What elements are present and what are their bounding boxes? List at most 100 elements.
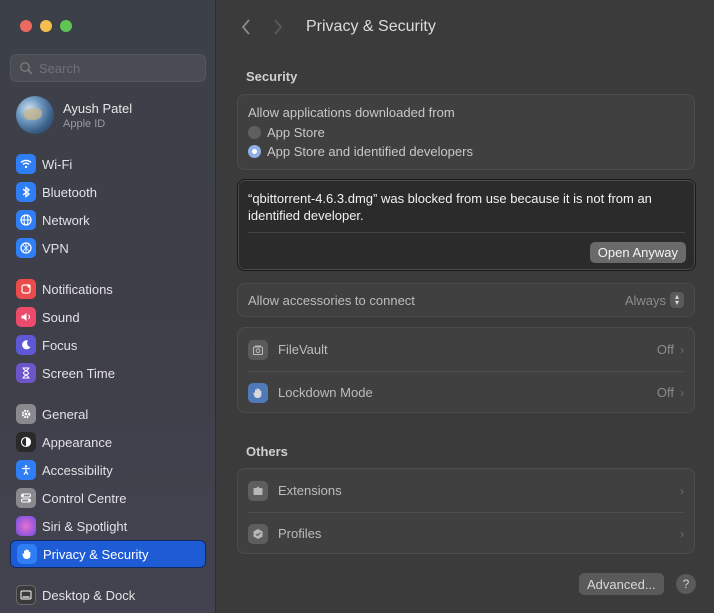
allow-apps-label: Allow applications downloaded from <box>248 105 455 120</box>
minimize-window-button[interactable] <box>40 20 52 32</box>
sidebar-item-label: Notifications <box>42 281 113 297</box>
radio-button[interactable] <box>248 126 261 139</box>
profiles-label: Profiles <box>278 526 322 541</box>
blocked-app-notice: “qbittorrent-4.6.3.dmg” was blocked from… <box>237 179 696 271</box>
speaker-icon <box>16 307 36 327</box>
wifi-icon <box>16 154 36 174</box>
filevault-lockdown-card: FileVault Off › Lockdown Mode Off › <box>237 327 695 413</box>
lockdown-value: Off <box>656 385 674 400</box>
moon-icon <box>16 335 36 355</box>
profile-badge-icon <box>248 523 268 544</box>
sidebar-item-notifications[interactable]: Notifications <box>10 275 206 303</box>
back-button[interactable] <box>236 17 256 37</box>
help-button[interactable]: ? <box>676 574 696 594</box>
sidebar-item-sound[interactable]: Sound <box>10 303 206 331</box>
up-down-chevron-icon: ▴ ▾ <box>670 292 684 308</box>
blocked-message: “qbittorrent-4.6.3.dmg” was blocked from… <box>248 191 652 223</box>
sidebar-item-control-centre[interactable]: Control Centre <box>10 484 206 512</box>
filevault-value: Off <box>656 342 674 357</box>
filevault-label: FileVault <box>278 342 328 357</box>
control-centre-icon <box>16 488 36 508</box>
sidebar-item-label: Bluetooth <box>42 184 97 200</box>
sidebar-item-label: Focus <box>42 337 78 353</box>
filevault-row[interactable]: FileVault Off › <box>238 328 694 371</box>
extensions-row[interactable]: Extensions › <box>238 469 694 512</box>
sidebar-item-label: Sound <box>42 309 80 325</box>
accessories-card: Allow accessories to connect Always ▴ ▾ <box>237 283 695 317</box>
sidebar-item-general[interactable]: General <box>10 400 206 428</box>
sidebar-group-network: Wi-Fi Bluetooth Network VPN <box>10 150 206 262</box>
sidebar-item-siri-spotlight[interactable]: Siri & Spotlight <box>10 512 206 540</box>
profiles-row[interactable]: Profiles › <box>238 512 694 555</box>
hourglass-icon <box>16 363 36 383</box>
sidebar-item-label: Privacy & Security <box>43 546 149 562</box>
sidebar-item-appearance[interactable]: Appearance <box>10 428 206 456</box>
hand-icon <box>248 382 268 403</box>
vpn-icon <box>16 238 36 258</box>
gear-icon <box>16 404 36 424</box>
allow-apps-card: Allow applications downloaded from App S… <box>237 94 695 170</box>
sidebar-item-network[interactable]: Network <box>10 206 206 234</box>
sidebar-item-privacy-security[interactable]: Privacy & Security <box>10 540 206 568</box>
sidebar: Ayush Patel Apple ID Wi-Fi Bluetooth <box>0 0 216 613</box>
sidebar-group-desktop: Desktop & Dock <box>10 581 206 609</box>
sidebar-group-notifications: Notifications Sound Focus Screen Time <box>10 275 206 387</box>
sidebar-item-accessibility[interactable]: Accessibility <box>10 456 206 484</box>
page-title: Privacy & Security <box>306 18 436 35</box>
close-window-button[interactable] <box>20 20 32 32</box>
sidebar-item-screen-time[interactable]: Screen Time <box>10 359 206 387</box>
sidebar-item-bluetooth[interactable]: Bluetooth <box>10 178 206 206</box>
accessories-popup[interactable]: Always ▴ ▾ <box>625 292 684 308</box>
sidebar-item-label: Accessibility <box>42 462 113 478</box>
sidebar-item-focus[interactable]: Focus <box>10 331 206 359</box>
hand-icon <box>17 544 37 564</box>
dock-icon <box>16 585 36 605</box>
main-pane: Privacy & Security Security Allow applic… <box>216 0 714 613</box>
toolbar: Privacy & Security <box>216 0 714 54</box>
apple-id-profile[interactable]: Ayush Patel Apple ID <box>16 96 132 134</box>
radio-button-selected[interactable] <box>248 145 261 158</box>
window-controls <box>20 20 72 32</box>
appearance-icon <box>16 432 36 452</box>
others-card: Extensions › Profiles › <box>237 468 695 554</box>
radio-app-store[interactable]: App Store <box>248 125 325 140</box>
accessories-row: Allow accessories to connect Always ▴ ▾ <box>238 284 694 316</box>
open-anyway-button[interactable]: Open Anyway <box>589 242 686 263</box>
search-input[interactable] <box>39 60 199 76</box>
sidebar-item-label: Control Centre <box>42 490 127 506</box>
security-section-title: Security <box>246 69 298 84</box>
sidebar-item-label: Appearance <box>42 434 113 450</box>
sidebar-item-vpn[interactable]: VPN <box>10 234 206 262</box>
accessories-value: Always <box>624 292 666 308</box>
chevron-right-icon: › <box>680 483 684 498</box>
filevault-icon <box>248 339 268 360</box>
radio-label: App Store <box>267 125 325 140</box>
puzzle-icon <box>248 480 268 501</box>
lockdown-row[interactable]: Lockdown Mode Off › <box>238 371 694 414</box>
search-icon <box>20 62 33 75</box>
forward-button[interactable] <box>268 17 288 37</box>
sidebar-item-desktop-dock[interactable]: Desktop & Dock <box>10 581 206 609</box>
sidebar-item-label: Siri & Spotlight <box>42 518 128 534</box>
sidebar-item-label: VPN <box>42 240 69 256</box>
chevron-left-icon <box>241 19 250 35</box>
sidebar-search[interactable] <box>10 54 206 82</box>
extensions-label: Extensions <box>278 483 342 498</box>
settings-window: Ayush Patel Apple ID Wi-Fi Bluetooth <box>0 0 714 613</box>
sidebar-item-wifi[interactable]: Wi-Fi <box>10 150 206 178</box>
maximize-window-button[interactable] <box>60 20 72 32</box>
chevron-right-icon: › <box>680 385 684 400</box>
radio-identified-developers[interactable]: App Store and identified developers <box>248 144 473 159</box>
chevron-right-icon: › <box>680 526 684 541</box>
sidebar-item-label: Desktop & Dock <box>42 587 136 603</box>
divider <box>248 232 685 233</box>
lockdown-label: Lockdown Mode <box>278 385 373 400</box>
radio-label: App Store and identified developers <box>267 144 473 159</box>
advanced-button[interactable]: Advanced... <box>579 573 664 595</box>
others-section-title: Others <box>246 444 288 459</box>
bluetooth-icon <box>16 182 36 202</box>
profile-subtitle: Apple ID <box>63 117 106 130</box>
bell-icon <box>16 279 36 299</box>
globe-icon <box>16 210 36 230</box>
accessories-label: Allow accessories to connect <box>248 292 415 308</box>
